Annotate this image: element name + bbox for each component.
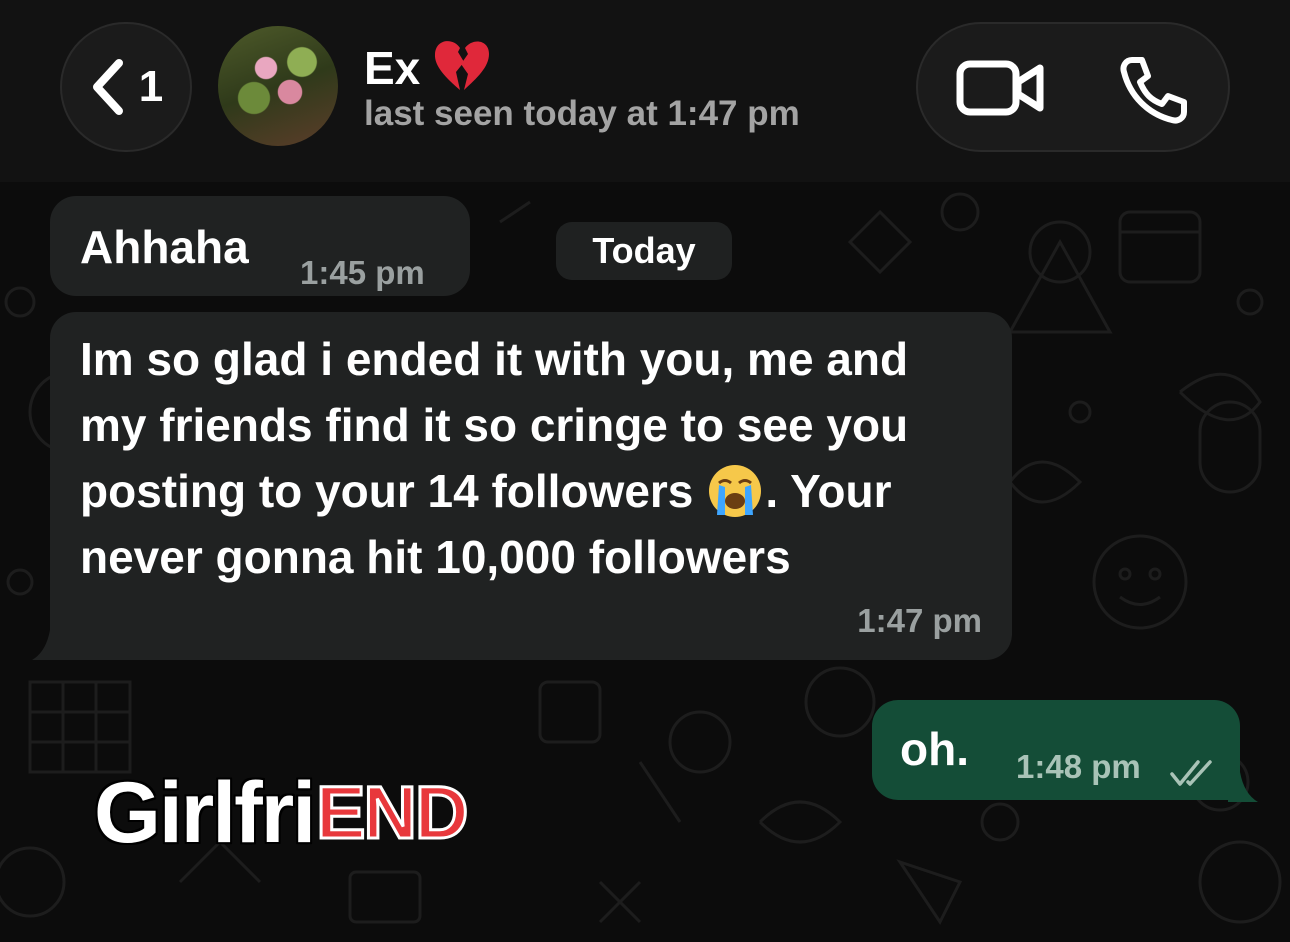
message-text: Ahhaha xyxy=(80,221,249,273)
message-line: never gonna hit 10,000 followers xyxy=(80,531,791,583)
message-line: Im so glad i ended it with you, me and xyxy=(80,333,909,385)
watermark: Girlfri END xyxy=(94,765,470,861)
video-camera-icon[interactable] xyxy=(956,58,1046,118)
call-actions xyxy=(916,22,1230,152)
contact-avatar[interactable] xyxy=(218,26,338,146)
date-separator: Today xyxy=(556,222,732,280)
watermark-text: Girlfri xyxy=(94,765,316,861)
message-bubble[interactable]: oh. 1:48 pm xyxy=(872,700,1240,800)
message-line: my friends find it so cringe to see you xyxy=(80,399,909,451)
unread-count: 1 xyxy=(138,62,164,111)
message-text: oh. xyxy=(900,723,969,775)
message-line-part: . Your xyxy=(765,465,892,517)
message-bubble[interactable]: Im so glad i ended it with you, me and m… xyxy=(50,312,1012,660)
read-receipt-icon xyxy=(1170,760,1212,786)
message-line-part: posting to your 14 followers xyxy=(80,465,694,517)
message-text: Im so glad i ended it with you, me and m… xyxy=(80,326,990,590)
last-seen-status: last seen today at 1:47 pm xyxy=(364,94,800,133)
message-line: posting to your 14 followers . Your xyxy=(80,458,990,524)
chat-area[interactable]: Ahhaha 1:45 pm Today Im so glad i ended … xyxy=(0,182,1290,942)
chat-header: 1 Ex last seen today at 1:47 pm xyxy=(0,0,1290,182)
broken-heart-icon xyxy=(432,38,492,97)
phone-icon[interactable] xyxy=(1118,54,1190,126)
back-button[interactable]: 1 xyxy=(60,22,192,152)
message-time: 1:48 pm xyxy=(1016,748,1141,785)
watermark-text-accent: END xyxy=(315,770,470,856)
message-time: 1:45 pm xyxy=(300,254,425,291)
contact-info[interactable]: Ex xyxy=(364,38,492,97)
bubble-tail xyxy=(32,630,62,660)
message-time: 1:47 pm xyxy=(857,602,982,639)
message-bubble[interactable]: Ahhaha 1:45 pm xyxy=(50,196,470,296)
chevron-left-icon xyxy=(89,57,129,117)
chat-screen: 1 Ex last seen today at 1:47 pm Ahhaha 1… xyxy=(0,0,1290,942)
loudly-crying-face-icon xyxy=(707,463,763,519)
contact-name: Ex xyxy=(364,41,421,94)
bubble-tail xyxy=(1228,772,1258,802)
